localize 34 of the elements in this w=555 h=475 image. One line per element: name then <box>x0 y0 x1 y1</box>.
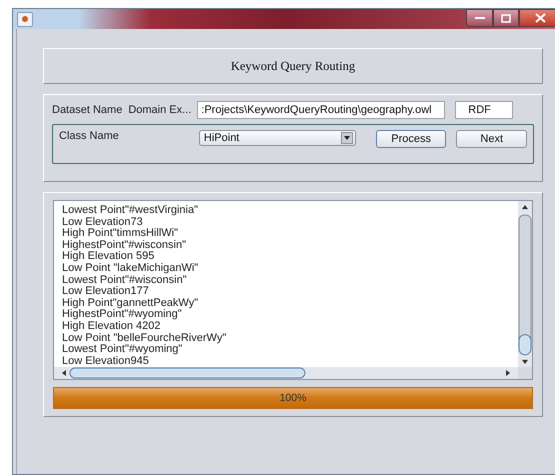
result-line: High Point"timmsHillWi" <box>62 228 179 240</box>
result-line: Low Elevation945 <box>62 356 150 367</box>
result-line: Lowest Point"#wisconsin" <box>62 274 188 286</box>
horizontal-scrollbar[interactable] <box>54 367 518 379</box>
result-line: HighestPoint"#wyoming" <box>62 309 182 321</box>
result-line: High Point"gannettPeakWy" <box>62 298 200 309</box>
format-field[interactable]: RDF <box>455 101 514 119</box>
action-button[interactable]: Process <box>376 130 446 148</box>
class-dropdown[interactable]: HiPoint <box>198 130 356 146</box>
action-button[interactable]: Next <box>456 130 527 148</box>
result-line: HighestPoint"#wisconsin" <box>62 240 187 251</box>
result-line: Lowest Point"#westVirginia" <box>62 205 200 217</box>
app-title: Keyword Query Routing <box>230 58 356 75</box>
result-line: Low Point "lakeMichiganWi" <box>62 262 200 275</box>
maximize-button[interactable] <box>493 9 519 27</box>
caret-icon <box>340 132 353 144</box>
path-field[interactable]: :Projects\KeywordQueryRouting\geography.owl <box>197 101 446 119</box>
minimize-icon <box>474 16 484 20</box>
maximize-icon <box>501 14 511 22</box>
result-line: Low Elevation177 <box>62 286 150 298</box>
close-button[interactable] <box>519 9 555 27</box>
vertical-scrollbar[interactable] <box>518 201 532 367</box>
close-icon <box>535 13 546 23</box>
result-line: Low Elevation73 <box>62 216 144 228</box>
app-icon <box>17 12 33 26</box>
domain-label: Domain Ex... <box>128 104 192 116</box>
dataset-label: Dataset Name <box>52 104 122 116</box>
minimize-button[interactable] <box>466 9 493 27</box>
class-label: Class Name <box>59 130 119 142</box>
result-line: High Elevation 595 <box>62 251 154 263</box>
result-line: High Elevation 4202 <box>62 320 162 333</box>
progress-reading: 100% <box>278 391 308 406</box>
result-line: Low Point "belleFourcheRiverWy" <box>62 332 228 344</box>
result-line: Lowest Point"#wyoming" <box>62 344 182 356</box>
